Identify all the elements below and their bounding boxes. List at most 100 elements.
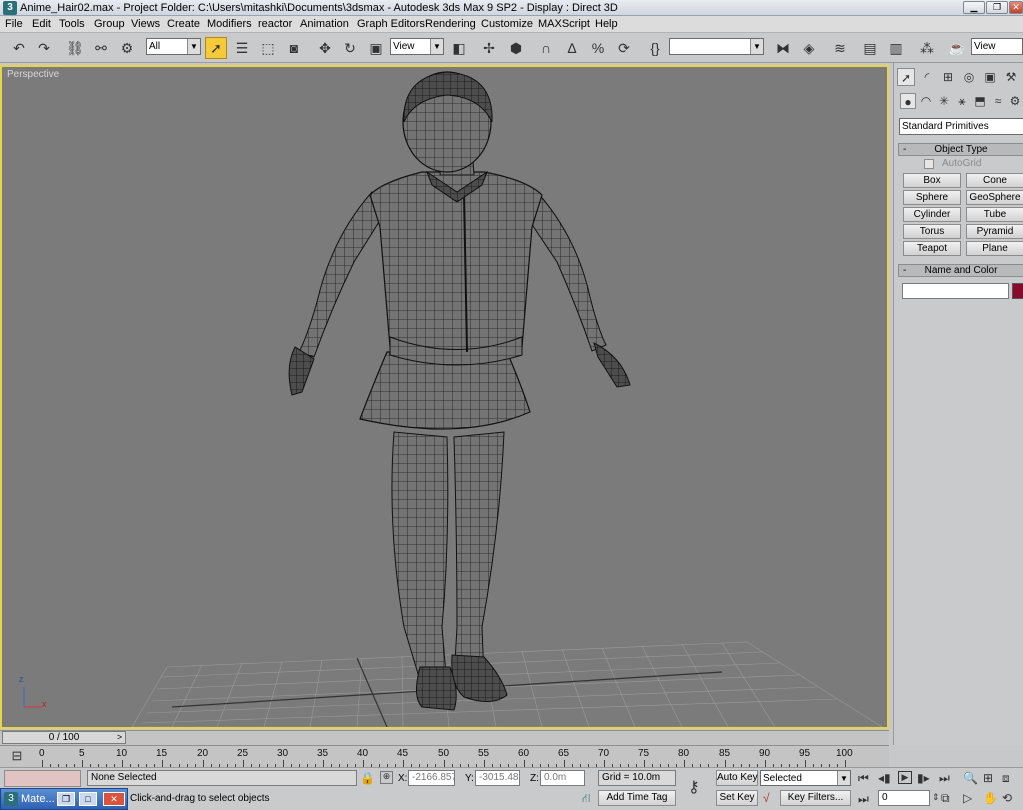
- hierarchy-tab-icon[interactable]: ⊞: [939, 68, 957, 86]
- layer-manager-icon[interactable]: ≋: [829, 37, 851, 59]
- utilities-tab-icon[interactable]: ⚒: [1002, 68, 1020, 86]
- align-icon[interactable]: ◈: [798, 37, 820, 59]
- pivot-icon[interactable]: ◧: [448, 37, 470, 59]
- key-mode-dropdown[interactable]: Selected ▼: [760, 770, 851, 786]
- arc-rotate-icon[interactable]: ⟲: [1002, 792, 1012, 804]
- time-slider[interactable]: 0 / 100 >: [0, 730, 889, 745]
- unlink-icon[interactable]: ⚯: [90, 37, 112, 59]
- undo-icon[interactable]: ↶: [8, 37, 30, 59]
- render-scene-icon[interactable]: ☕: [946, 37, 968, 59]
- geosphere-button[interactable]: GeoSphere: [966, 190, 1023, 205]
- z-coord-field[interactable]: 0.0m: [540, 770, 585, 786]
- default-in-out-tangent-icon[interactable]: √: [763, 792, 770, 804]
- app-icon[interactable]: 3: [3, 1, 17, 15]
- previous-frame-icon[interactable]: ◂▮: [878, 772, 891, 784]
- display-tab-icon[interactable]: ▣: [981, 68, 999, 86]
- menu-animation[interactable]: Animation: [300, 18, 349, 30]
- current-frame-field[interactable]: 0: [878, 790, 930, 806]
- zoom-icon[interactable]: 🔍: [963, 772, 978, 784]
- key-mode-toggle-icon[interactable]: ⏭: [858, 793, 869, 805]
- box-button[interactable]: Box: [903, 173, 961, 188]
- tube-button[interactable]: Tube: [966, 207, 1023, 222]
- helpers-icon[interactable]: ⬒: [972, 93, 988, 109]
- category-dropdown[interactable]: Standard Primitives: [899, 118, 1023, 135]
- angle-snap-icon[interactable]: ∆: [561, 37, 583, 59]
- manipulate-icon[interactable]: ✢: [478, 37, 500, 59]
- menu-rendering[interactable]: Rendering: [425, 18, 476, 30]
- move-icon[interactable]: ✥: [314, 37, 336, 59]
- menu-customize[interactable]: Customize: [481, 18, 533, 30]
- autogrid-checkbox[interactable]: [924, 159, 934, 169]
- rotate-icon[interactable]: ↻: [339, 37, 361, 59]
- frame-spinner-icon[interactable]: ⇕: [932, 793, 940, 802]
- x-coord-field[interactable]: -2166.857r: [408, 770, 455, 786]
- close-icon[interactable]: ✕: [103, 792, 125, 806]
- teapot-button[interactable]: Teapot: [903, 241, 961, 256]
- add-time-tag-button[interactable]: Add Time Tag: [598, 790, 676, 806]
- menu-maxscript[interactable]: MAXScript: [538, 18, 590, 30]
- curve-editor-icon[interactable]: ▤: [859, 37, 881, 59]
- go-to-end-icon[interactable]: ⏭: [939, 772, 950, 784]
- motion-tab-icon[interactable]: ◎: [960, 68, 978, 86]
- create-tab-icon[interactable]: ➚: [897, 68, 915, 86]
- geometry-icon[interactable]: ●: [900, 93, 916, 109]
- menu-file[interactable]: File: [5, 18, 23, 30]
- key-icon[interactable]: ⚷: [688, 780, 700, 796]
- menu-tools[interactable]: Tools: [59, 18, 85, 30]
- torus-button[interactable]: Torus: [903, 224, 961, 239]
- object-type-rollout-header[interactable]: - Object Type: [898, 143, 1023, 156]
- shapes-icon[interactable]: ◠: [918, 93, 934, 109]
- auto-key-button[interactable]: Auto Key: [716, 770, 758, 786]
- object-name-input[interactable]: [902, 283, 1009, 299]
- time-slider-thumb[interactable]: 0 / 100: [2, 731, 126, 744]
- spinner-snap-icon[interactable]: ⟳: [613, 37, 635, 59]
- mini-curve-editor-icon[interactable]: ⊟: [4, 748, 30, 766]
- maximize-icon[interactable]: □: [79, 792, 97, 806]
- sphere-button[interactable]: Sphere: [903, 190, 961, 205]
- y-coord-field[interactable]: -3015.486r: [475, 770, 520, 786]
- next-frame-icon[interactable]: ▮▸: [917, 772, 930, 784]
- menu-edit[interactable]: Edit: [32, 18, 51, 30]
- menu-views[interactable]: Views: [131, 18, 160, 30]
- restore-button[interactable]: ❐: [986, 1, 1008, 14]
- plane-button[interactable]: Plane: [966, 241, 1023, 256]
- next-frame-icon[interactable]: >: [113, 731, 126, 744]
- taskbar-item[interactable]: 3 Mate... ❐ □ ✕: [0, 788, 128, 810]
- window-crossing-icon[interactable]: ◙: [283, 37, 305, 59]
- name-color-rollout-header[interactable]: - Name and Color: [898, 264, 1023, 277]
- cone-button[interactable]: Cone: [966, 173, 1023, 188]
- edit-named-sel-icon[interactable]: {}: [644, 37, 666, 59]
- snap-3-icon[interactable]: ∩: [535, 37, 557, 59]
- ref-coord-dropdown[interactable]: View ▼: [390, 38, 444, 55]
- perspective-viewport[interactable]: Perspective z x: [0, 65, 889, 729]
- object-color-swatch[interactable]: [1012, 283, 1023, 299]
- field-of-view-icon[interactable]: ▷: [963, 792, 972, 804]
- close-button[interactable]: ✕: [1009, 1, 1023, 14]
- scale-icon[interactable]: ▣: [365, 37, 387, 59]
- go-to-start-icon[interactable]: ⏮: [858, 772, 869, 784]
- select-object-icon[interactable]: ➚: [205, 37, 227, 59]
- select-by-name-icon[interactable]: ☰: [231, 37, 253, 59]
- mirror-icon[interactable]: ⧓: [772, 37, 794, 59]
- zoom-all-icon[interactable]: ⊞: [983, 772, 993, 784]
- maxscript-listener-mini[interactable]: [4, 770, 81, 787]
- cylinder-button[interactable]: Cylinder: [903, 207, 961, 222]
- absolute-mode-icon[interactable]: ⊕: [380, 771, 393, 784]
- key-filters-button[interactable]: Key Filters...: [780, 790, 851, 806]
- pyramid-button[interactable]: Pyramid: [966, 224, 1023, 239]
- systems-icon[interactable]: ⚙: [1007, 93, 1023, 109]
- material-editor-icon[interactable]: ⁂: [916, 37, 938, 59]
- keyboard-shortcut-icon[interactable]: ⬢: [505, 37, 527, 59]
- menu-help[interactable]: Help: [595, 18, 618, 30]
- menu-group[interactable]: Group: [94, 18, 125, 30]
- time-configuration-icon[interactable]: ⧉: [941, 792, 950, 804]
- select-link-icon[interactable]: ⛓: [64, 37, 86, 59]
- selection-filter-dropdown[interactable]: All ▼: [146, 38, 201, 55]
- menu-reactor[interactable]: reactor: [258, 18, 292, 30]
- named-selection-dropdown[interactable]: ▼: [669, 38, 764, 55]
- space-warps-icon[interactable]: ≈: [990, 93, 1006, 109]
- bind-space-warp-icon[interactable]: ⚙: [116, 37, 138, 59]
- menu-create[interactable]: Create: [167, 18, 200, 30]
- restore-icon[interactable]: ❐: [57, 792, 75, 806]
- render-view-dropdown[interactable]: View: [971, 38, 1023, 55]
